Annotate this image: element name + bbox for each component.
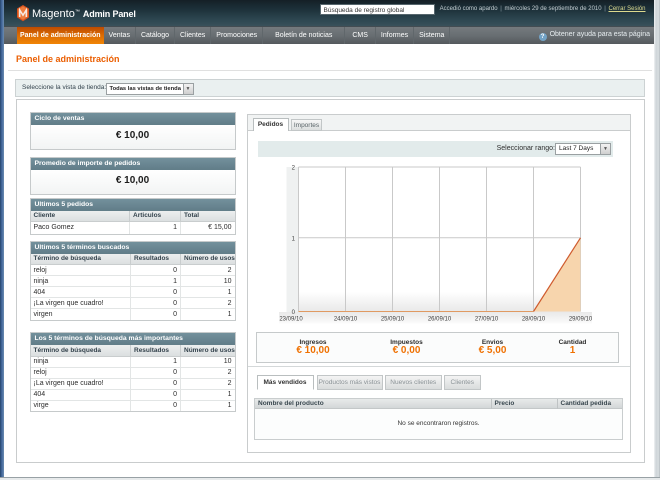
svg-text:25/09/10: 25/09/10 [380, 316, 404, 322]
svg-text:24/09/10: 24/09/10 [333, 316, 357, 322]
svg-text:23/09/10: 23/09/10 [279, 316, 303, 322]
svg-text:26/09/10: 26/09/10 [427, 316, 451, 322]
svg-text:28/09/10: 28/09/10 [521, 316, 545, 322]
svg-text:29/09/10: 29/09/10 [568, 316, 592, 322]
svg-text:27/09/10: 27/09/10 [474, 316, 498, 322]
